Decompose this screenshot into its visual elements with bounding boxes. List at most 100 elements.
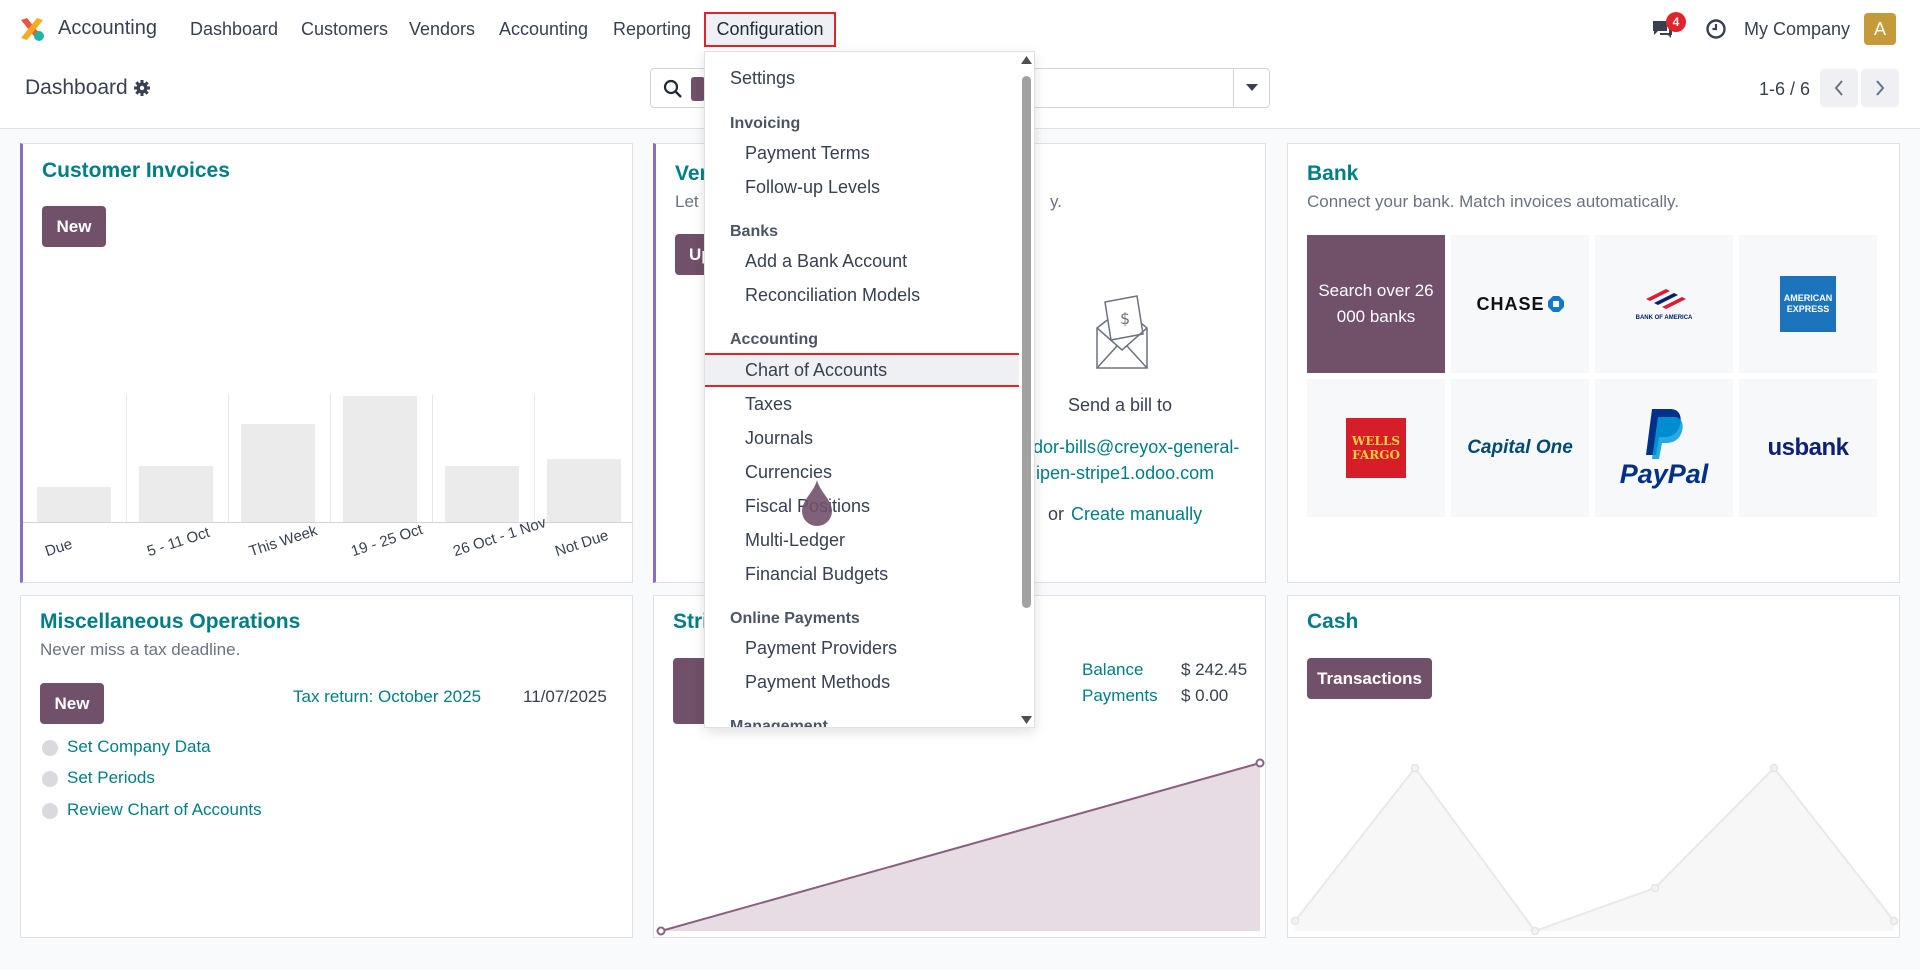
paypal-p-icon [1646, 408, 1683, 459]
nav-dashboard[interactable]: Dashboard [190, 19, 278, 40]
cash-journal-card: Cash Transactions [1287, 595, 1900, 938]
misc-new-button[interactable]: New [40, 683, 104, 724]
menu-item-multi-ledger[interactable]: Multi-Ledger [705, 523, 1021, 557]
menu-item-financial-budgets[interactable]: Financial Budgets [705, 557, 1021, 591]
chart-bar[interactable] [343, 396, 417, 522]
chart-x-label: Due [43, 535, 75, 561]
nav-configuration[interactable]: Configuration [704, 12, 836, 47]
bank-title[interactable]: Bank [1307, 162, 1358, 186]
menu-item-payment-terms[interactable]: Payment Terms [705, 136, 1021, 170]
paypal-logo: PayPal [1619, 458, 1709, 489]
menu-item-chart-of-accounts[interactable]: Chart of Accounts [705, 353, 1021, 387]
amex-logo: AMERICAN EXPRESS [1780, 276, 1836, 332]
wells-fargo-logo: WELLS FARGO [1346, 418, 1406, 478]
search-options-toggle[interactable] [1233, 69, 1269, 107]
caret-down-icon [1245, 84, 1258, 91]
customer-invoices-chart[interactable]: Due 5 - 11 Oct This Week 19 - 25 Oct 26 Oct … [23, 144, 633, 582]
chart-gridline [534, 394, 535, 522]
todo-review-chart-of-accounts[interactable]: Review Chart of Accounts [67, 800, 262, 820]
nav-reporting[interactable]: Reporting [613, 19, 691, 40]
activity-clock-icon[interactable] [1705, 18, 1727, 40]
dropdown-scrollbar[interactable] [1019, 52, 1034, 727]
search-facet[interactable] [691, 77, 705, 101]
menu-item-payment-methods[interactable]: Payment Methods [705, 665, 1021, 699]
search-banks-tile[interactable]: Search over 26 000 banks [1307, 235, 1445, 373]
page-title: Dashboard [25, 76, 128, 99]
us-bank-logo: usbank [1767, 434, 1849, 461]
bank-tile-chase[interactable]: CHASE [1451, 235, 1589, 373]
bank-subtitle: Connect your bank. Match invoices automa… [1307, 192, 1679, 211]
menu-item-reconciliation-models[interactable]: Reconciliation Models [705, 278, 1021, 312]
cash-placeholder-graph [1290, 763, 1899, 936]
chart-gridline [228, 394, 229, 522]
misc-title[interactable]: Miscellaneous Operations [40, 610, 300, 634]
chart-bar[interactable] [37, 487, 111, 522]
user-avatar[interactable]: A [1864, 13, 1896, 45]
company-switcher[interactable]: My Company [1744, 19, 1850, 40]
menu-item-settings[interactable]: Settings [705, 61, 1021, 95]
chart-gridline [126, 394, 127, 522]
scroll-down-arrow-icon[interactable] [1021, 715, 1032, 725]
menu-item-journals[interactable]: Journals [705, 421, 1021, 455]
bank-tile-amex[interactable]: AMERICAN EXPRESS [1739, 235, 1877, 373]
chevron-right-icon [1876, 80, 1885, 96]
pager-value[interactable]: 1-6 / 6 [1759, 79, 1810, 100]
nav-customers[interactable]: Customers [301, 19, 388, 40]
chart-gridline [432, 394, 433, 522]
chase-logo: CHASE [1476, 293, 1545, 314]
create-manually-link[interactable]: Create manually [1071, 504, 1202, 525]
vendor-bills-title[interactable]: Ver [675, 162, 708, 186]
chevron-left-icon [1834, 80, 1843, 96]
vendor-bill-email-line1[interactable]: dor-bills@creyox-general- [1033, 437, 1239, 458]
chart-bar[interactable] [445, 466, 519, 522]
bofa-logo-text: BANK OF AMERICA [1635, 315, 1693, 321]
vendor-bills-subtitle: Let [675, 192, 699, 211]
bank-tile-paypal[interactable]: PayPal [1595, 379, 1733, 517]
bank-tile-us-bank[interactable]: usbank [1739, 379, 1877, 517]
graph-point [656, 926, 666, 936]
todo-set-company-data[interactable]: Set Company Data [67, 737, 211, 757]
graph-point [1255, 758, 1265, 768]
customer-invoices-card: Customer Invoices New Due 5 - 11 Oct This … [20, 143, 633, 583]
nav-vendors[interactable]: Vendors [409, 19, 475, 40]
vendor-bill-email-line2[interactable]: ipen-stripe1.odoo.com [1036, 463, 1214, 484]
bank-tile-capital-one[interactable]: Capital One [1451, 379, 1589, 517]
menu-item-taxes[interactable]: Taxes [705, 387, 1021, 421]
chat-badge: 4 [1666, 12, 1686, 32]
chart-x-label: 19 - 25 Oct [349, 521, 425, 561]
vendor-bills-subtitle-end: y. [1050, 192, 1062, 211]
menu-item-payment-providers[interactable]: Payment Providers [705, 631, 1021, 665]
app-name[interactable]: Accounting [58, 17, 157, 40]
chart-bar[interactable] [547, 459, 621, 522]
menu-header-banks: Banks [730, 223, 779, 240]
tax-return-link[interactable]: Tax return: October 2025 [293, 687, 481, 707]
scroll-up-arrow-icon[interactable] [1021, 55, 1032, 65]
chase-octagon-icon [1547, 296, 1564, 312]
menu-item-currencies[interactable]: Currencies [705, 455, 1021, 489]
menu-item-add-bank-account[interactable]: Add a Bank Account [705, 244, 1021, 278]
menu-header-online-payments: Online Payments [730, 610, 860, 627]
chart-bar[interactable] [139, 466, 213, 522]
chart-bar[interactable] [241, 424, 315, 522]
chart-x-label: 5 - 11 Oct [145, 523, 212, 561]
or-label: or [1048, 504, 1065, 524]
chart-x-label: This Week [247, 522, 320, 561]
pager-next-button[interactable] [1861, 69, 1899, 107]
misc-subtitle: Never miss a tax deadline. [40, 640, 241, 659]
gear-icon[interactable] [133, 79, 151, 97]
accounting-app-icon[interactable] [19, 16, 45, 42]
bank-tile-wells-fargo[interactable]: WELLS FARGO [1307, 379, 1445, 517]
pager-previous-button[interactable] [1820, 69, 1858, 107]
todo-status-dot [42, 740, 58, 756]
bofa-flag-icon [1646, 289, 1686, 309]
bill-envelope-icon: $ [1096, 295, 1148, 369]
menu-item-followup-levels[interactable]: Follow-up Levels [705, 170, 1021, 204]
nav-accounting[interactable]: Accounting [499, 19, 588, 40]
menu-header-management: Management [730, 718, 828, 728]
tax-return-date: 11/07/2025 [523, 687, 607, 706]
menu-item-fiscal-positions[interactable]: Fiscal Positions [705, 489, 1021, 523]
dropdown-scroll-thumb[interactable] [1022, 76, 1031, 608]
search-icon [663, 79, 682, 98]
todo-set-periods[interactable]: Set Periods [67, 768, 155, 788]
bank-tile-bank-of-america[interactable]: BANK OF AMERICA [1595, 235, 1733, 373]
